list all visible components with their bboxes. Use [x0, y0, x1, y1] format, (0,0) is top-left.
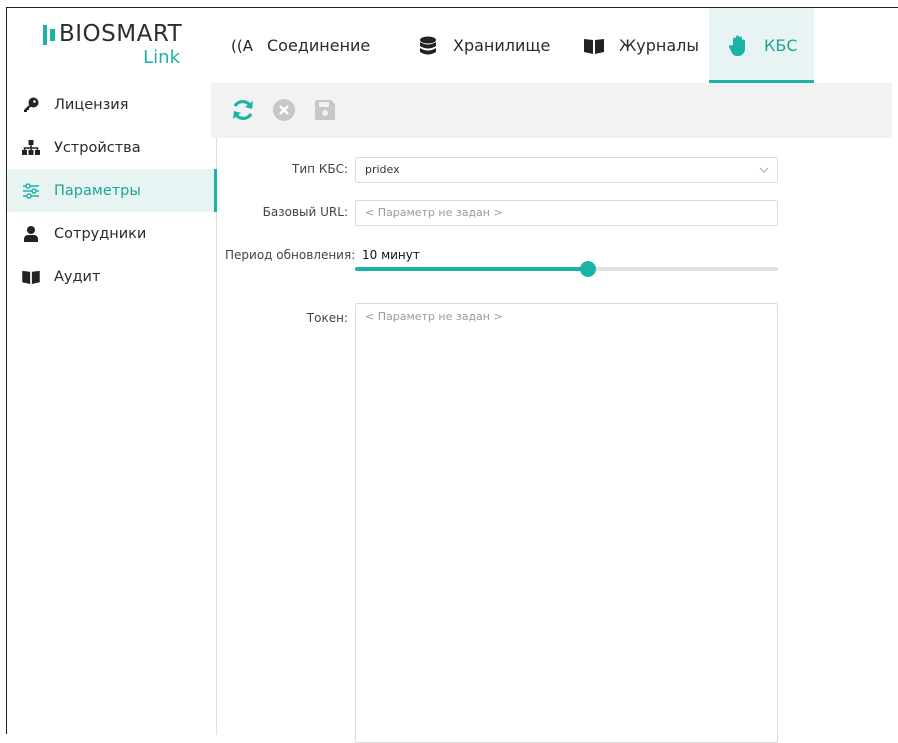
tab-kbs[interactable]: КБС	[709, 8, 814, 83]
logo-subtext: Link	[143, 47, 180, 68]
top-navigation: ((A)) Соединение Хранилище Журналы КБС	[217, 8, 898, 83]
period-value: 10 минут	[362, 248, 420, 262]
tab-journals[interactable]: Журналы	[583, 8, 703, 83]
svg-text:((A)): ((A))	[231, 37, 253, 55]
logo: BIOSMART Link	[7, 8, 217, 83]
tab-label: Журналы	[619, 36, 699, 55]
hierarchy-icon	[22, 139, 40, 157]
logo-mark	[43, 25, 57, 45]
tab-connection[interactable]: ((A)) Соединение	[231, 8, 397, 83]
tab-label: КБС	[764, 36, 798, 55]
key-icon	[22, 96, 40, 114]
toolbar	[211, 83, 892, 138]
refresh-icon	[233, 100, 253, 120]
antenna-icon: ((A))	[231, 35, 253, 57]
book-icon	[583, 35, 605, 57]
sidebar: Лицензия Устройства Параметры Сотрудники…	[7, 83, 217, 735]
chevron-down-icon	[759, 167, 769, 173]
period-slider-thumb[interactable]	[579, 261, 596, 277]
book-icon	[22, 268, 40, 286]
tab-label: Соединение	[267, 36, 371, 55]
sidebar-item-devices[interactable]: Устройства	[7, 126, 216, 169]
sidebar-item-parameters[interactable]: Параметры	[7, 169, 217, 212]
refresh-button[interactable]	[230, 97, 256, 123]
sidebar-item-label: Устройства	[54, 139, 141, 156]
cancel-icon	[273, 99, 295, 121]
kbs-type-value: pridex	[365, 163, 400, 176]
database-icon	[417, 35, 439, 57]
base-url-input[interactable]: < Параметр не задан >	[355, 200, 778, 226]
hand-icon	[728, 35, 750, 57]
base-url-label: Базовый URL:	[262, 205, 348, 219]
sidebar-item-label: Параметры	[54, 182, 141, 199]
cancel-button[interactable]	[271, 97, 297, 123]
sidebar-item-audit[interactable]: Аудит	[7, 255, 216, 298]
sidebar-item-employees[interactable]: Сотрудники	[7, 212, 216, 255]
sliders-icon	[22, 182, 40, 200]
sidebar-item-label: Аудит	[54, 268, 101, 285]
logo-text: BIOSMART	[59, 21, 183, 47]
sidebar-item-license[interactable]: Лицензия	[7, 83, 216, 126]
base-url-placeholder: < Параметр не задан >	[365, 206, 503, 219]
token-textarea[interactable]: < Параметр не задан >	[355, 303, 778, 743]
token-label: Токен:	[306, 311, 348, 325]
tab-storage[interactable]: Хранилище	[417, 8, 567, 83]
kbs-type-select[interactable]: pridex	[355, 157, 778, 183]
tab-label: Хранилище	[453, 36, 551, 55]
period-slider-fill	[355, 267, 588, 271]
sidebar-item-label: Сотрудники	[54, 225, 147, 242]
save-button[interactable]	[312, 97, 338, 123]
kbs-type-label: Тип КБС:	[292, 162, 348, 176]
period-label: Период обновления:	[225, 248, 356, 262]
user-icon	[22, 225, 40, 243]
save-icon	[315, 100, 335, 120]
sidebar-item-label: Лицензия	[54, 96, 129, 113]
period-slider[interactable]	[355, 261, 778, 277]
token-placeholder: < Параметр не задан >	[365, 310, 503, 323]
